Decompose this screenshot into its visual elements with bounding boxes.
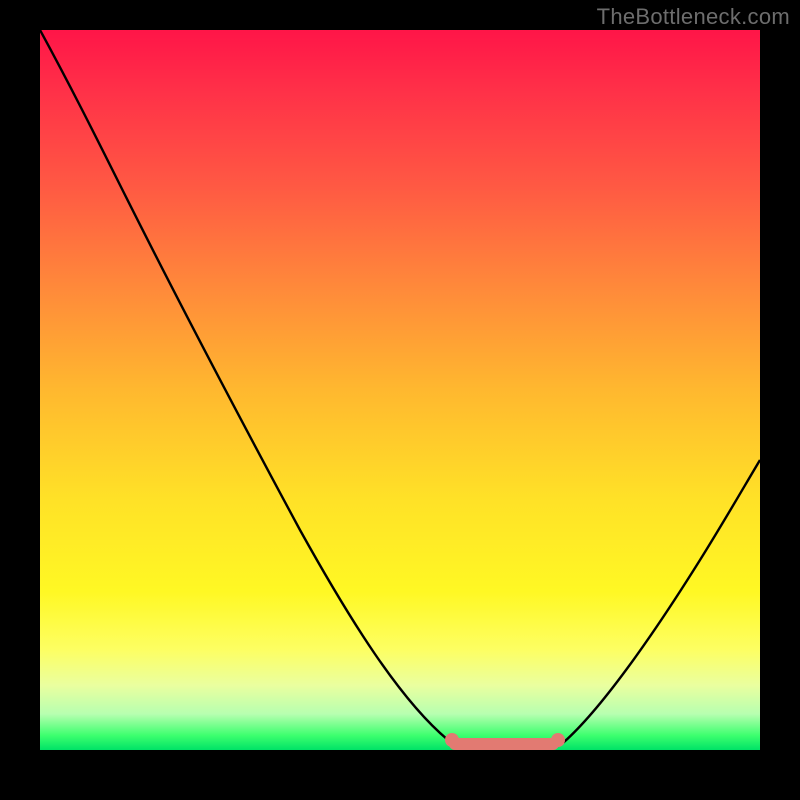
optimal-range-marker-right-cap xyxy=(551,733,565,747)
plot-area xyxy=(40,30,760,750)
watermark-text: TheBottleneck.com xyxy=(597,4,790,30)
optimal-range-marker-left-cap xyxy=(445,733,459,747)
curve-path xyxy=(40,30,760,748)
chart-frame: TheBottleneck.com xyxy=(0,0,800,800)
optimal-range-marker xyxy=(449,738,559,750)
bottleneck-curve xyxy=(40,30,760,750)
